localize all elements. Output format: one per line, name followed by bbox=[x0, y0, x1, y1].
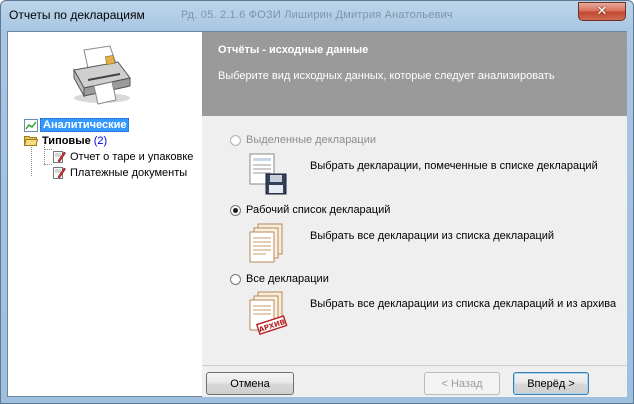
option-label: Рабочий список деклараций bbox=[246, 204, 391, 216]
cancel-button[interactable]: Отмена bbox=[206, 372, 294, 395]
back-button[interactable]: < Назад bbox=[424, 372, 500, 395]
archive-documents-icon: АРХИВ bbox=[249, 291, 288, 336]
window-title-background-text: Рд. 05. 2.1.6 ФОЗИ Лиширин Дмитрия Анато… bbox=[181, 9, 453, 21]
tree-item-label: Отчет о таре и упаковке bbox=[70, 150, 194, 163]
left-pane: Аналитические Типовые (2) Отчет о таре и… bbox=[8, 32, 202, 365]
tree-item-label: Платежные документы bbox=[70, 166, 188, 179]
option-label: Все декларации bbox=[246, 273, 329, 285]
tree-item-label-text: Типовые bbox=[42, 134, 91, 147]
radio-button[interactable] bbox=[230, 134, 241, 146]
option-description: Выбрать декларации, помеченные в списке … bbox=[310, 160, 598, 172]
window-title: Отчеты по декларациям bbox=[9, 8, 145, 22]
options-panel: Выделенные декларации Выбрать декларации… bbox=[202, 116, 627, 365]
option-selected-declarations[interactable]: Выделенные декларации bbox=[230, 134, 376, 146]
dialog-window: Отчеты по декларациям Рд. 05. 2.1.6 ФОЗИ… bbox=[0, 0, 634, 404]
tree-item-standard[interactable]: Типовые (2) bbox=[24, 134, 109, 147]
tree-item-count: (2) bbox=[93, 134, 108, 147]
tree-connector bbox=[44, 164, 52, 165]
radio-button[interactable] bbox=[230, 204, 241, 216]
next-button[interactable]: Вперёд > bbox=[513, 372, 589, 395]
page-title: Отчёты - исходные данные bbox=[218, 44, 369, 56]
tree-connector bbox=[44, 149, 52, 150]
document-floppy-icon bbox=[249, 153, 287, 195]
tree-item-payment-docs[interactable]: Платежные документы bbox=[52, 166, 189, 179]
option-description: Выбрать все декларации из списка деклара… bbox=[310, 298, 617, 310]
close-button[interactable]: ✕ bbox=[578, 2, 626, 21]
option-label: Выделенные декларации bbox=[246, 134, 377, 146]
wizard-header: Отчёты - исходные данные Выберите вид ис… bbox=[202, 32, 627, 116]
document-stack-icon bbox=[249, 223, 283, 263]
tree-item-label: Аналитические bbox=[40, 118, 130, 132]
report-pencil-icon bbox=[53, 167, 66, 179]
radio-button[interactable] bbox=[230, 273, 241, 285]
wizard-footer: Отмена < Назад Вперёд > bbox=[202, 365, 627, 397]
page-subtitle: Выберите вид исходных данных, которые сл… bbox=[218, 70, 555, 82]
option-working-list[interactable]: Рабочий список деклараций bbox=[230, 204, 390, 216]
printer-icon bbox=[73, 45, 131, 105]
close-icon: ✕ bbox=[596, 4, 608, 19]
option-description: Выбрать все декларации из списка деклара… bbox=[310, 230, 555, 242]
tree-item-label: Типовые (2) bbox=[40, 135, 109, 147]
report-pencil-icon bbox=[53, 151, 66, 163]
chart-icon bbox=[24, 118, 38, 132]
tree-item-analytics[interactable]: Аналитические bbox=[24, 118, 130, 132]
title-bar[interactable]: Отчеты по декларациям Рд. 05. 2.1.6 ФОЗИ… bbox=[1, 1, 633, 31]
folder-open-icon bbox=[24, 136, 38, 146]
wizard-client-area: Аналитические Типовые (2) Отчет о таре и… bbox=[7, 31, 627, 397]
option-all-declarations[interactable]: Все декларации bbox=[230, 273, 329, 285]
tree-item-packaging-report[interactable]: Отчет о таре и упаковке bbox=[52, 150, 195, 163]
